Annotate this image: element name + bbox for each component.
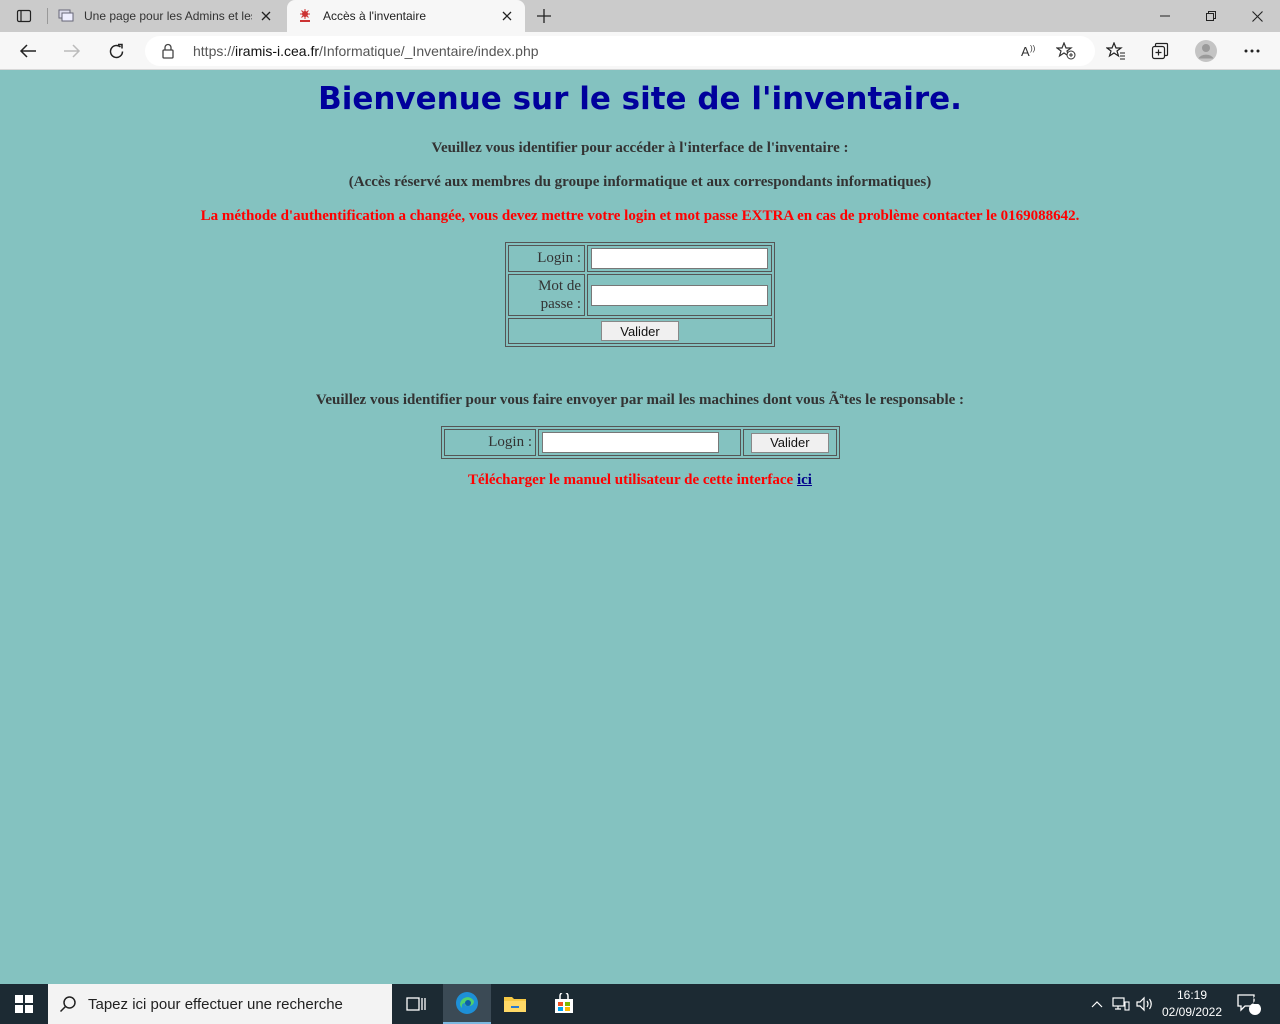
download-text: Télécharger le manuel utilisateur de cet…: [468, 472, 794, 488]
system-clock[interactable]: 16:19 02/09/2022: [1160, 987, 1224, 1021]
close-tab-icon[interactable]: [258, 8, 274, 24]
mail-form: Login : Valider: [441, 426, 840, 459]
tab-title: Une page pour les Admins et les: [84, 9, 252, 23]
submit-cell: Valider: [508, 318, 772, 344]
page-title: Bienvenue sur le site de l'inventaire.: [318, 81, 962, 117]
svg-text:)): )): [1030, 44, 1036, 53]
password-input-cell: [587, 274, 772, 316]
edge-browser-icon[interactable]: [443, 984, 491, 1024]
url-path: /Informatique/_Inventaire/index.php: [319, 43, 539, 59]
more-options-icon[interactable]: [1237, 36, 1267, 66]
search-icon: [48, 995, 88, 1013]
file-explorer-icon[interactable]: [491, 984, 539, 1024]
password-input[interactable]: [591, 284, 768, 306]
search-placeholder: Tapez ici pour effectuer une recherche: [88, 995, 343, 1013]
password-label-line2: passe :: [540, 296, 581, 312]
add-favorite-icon[interactable]: [1053, 39, 1079, 63]
tab-title: Accès à l'inventaire: [323, 9, 427, 23]
login-label: Login :: [508, 245, 585, 272]
back-arrow-icon[interactable]: [13, 36, 43, 66]
mail-submit-button[interactable]: Valider: [750, 432, 829, 453]
page-content: Bienvenue sur le site de l'inventaire. V…: [0, 71, 1280, 984]
read-aloud-icon[interactable]: A)): [1017, 39, 1043, 63]
forward-arrow-icon[interactable]: [57, 36, 87, 66]
collections-icon[interactable]: [1145, 36, 1175, 66]
page-favicon-icon: [58, 8, 74, 24]
task-view-icon[interactable]: [392, 984, 440, 1024]
close-window-icon[interactable]: [1234, 0, 1280, 32]
mail-login-input-cell: [538, 429, 741, 456]
lock-icon[interactable]: [161, 43, 177, 59]
microsoft-store-icon[interactable]: [540, 984, 588, 1024]
url-text[interactable]: https://iramis-i.cea.fr/Informatique/_In…: [193, 43, 539, 59]
download-manual-link[interactable]: ici: [797, 472, 812, 488]
password-label-line1: Mot de: [538, 278, 581, 294]
svg-text:A: A: [1021, 44, 1030, 59]
network-icon[interactable]: [1110, 984, 1132, 1024]
password-label: Mot de passe :: [508, 274, 585, 316]
auth-warning-text: La méthode d'authentification a changée,…: [200, 208, 1080, 224]
login-submit-button[interactable]: Valider: [601, 321, 679, 341]
login-input[interactable]: [591, 248, 768, 269]
volume-icon[interactable]: [1134, 984, 1156, 1024]
tab-strip: Une page pour les Admins et les Accès à …: [0, 0, 1280, 32]
windows-start-icon[interactable]: [0, 984, 48, 1024]
profile-avatar-icon[interactable]: [1191, 36, 1221, 66]
restore-icon[interactable]: [1188, 0, 1234, 32]
login-form: Login : Mot de passe : Valider: [505, 242, 775, 347]
tab-actions-icon[interactable]: [8, 4, 40, 28]
tab-inventaire[interactable]: Accès à l'inventaire: [287, 0, 525, 32]
mail-login-input[interactable]: [542, 432, 719, 453]
restriction-text: (Accès réservé aux membres du groupe inf…: [348, 174, 932, 190]
minimize-icon[interactable]: [1142, 0, 1188, 32]
mail-intro-text: Veuillez vous identifier pour vous faire…: [315, 392, 965, 408]
taskbar: Tapez ici pour effectuer une recherche 1…: [0, 984, 1280, 1024]
notification-count: 2: [1252, 995, 1260, 1007]
clock-time: 16:19: [1176, 988, 1208, 1002]
show-hidden-icons-chevron-icon[interactable]: [1087, 984, 1107, 1024]
download-manual-text: Télécharger le manuel utilisateur de cet…: [0, 472, 1280, 489]
new-tab-icon[interactable]: [531, 4, 557, 28]
close-tab-icon[interactable]: [499, 8, 515, 24]
url-host: iramis-i.cea.fr: [235, 43, 320, 59]
tab-admins[interactable]: Une page pour les Admins et les: [48, 0, 284, 32]
url-prefix: https://: [193, 43, 236, 59]
iramis-favicon-icon: [297, 8, 313, 24]
login-input-cell: [587, 245, 772, 272]
taskbar-search-box[interactable]: Tapez ici pour effectuer une recherche: [48, 984, 392, 1024]
address-bar[interactable]: https://iramis-i.cea.fr/Informatique/_In…: [145, 36, 1095, 66]
mail-login-label: Login :: [444, 429, 536, 456]
refresh-icon[interactable]: [101, 36, 131, 66]
clock-date: 02/09/2022: [1161, 1005, 1223, 1019]
mail-submit-cell: Valider: [742, 429, 837, 456]
notification-center-icon[interactable]: 2: [1232, 984, 1266, 1024]
browser-toolbar: https://iramis-i.cea.fr/Informatique/_In…: [0, 32, 1280, 70]
favorites-icon[interactable]: [1101, 36, 1131, 66]
intro-text: Veuillez vous identifier pour accéder à …: [431, 140, 849, 156]
